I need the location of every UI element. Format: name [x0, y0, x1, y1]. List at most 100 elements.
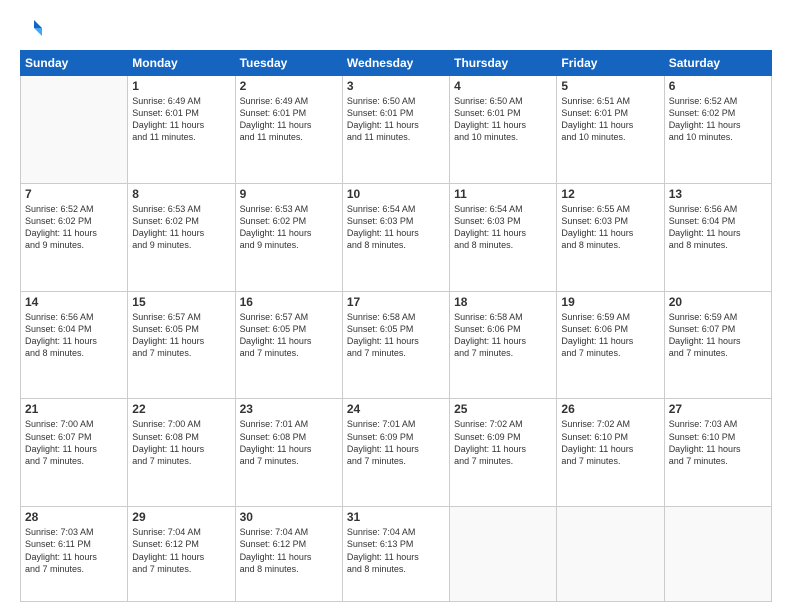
day-info: Sunrise: 6:51 AM Sunset: 6:01 PM Dayligh… — [561, 95, 659, 144]
day-number: 23 — [240, 402, 338, 416]
calendar-week-row: 21Sunrise: 7:00 AM Sunset: 6:07 PM Dayli… — [21, 399, 772, 507]
weekday-header: Wednesday — [342, 51, 449, 76]
calendar-cell: 19 Sunrise: 6:59 AM Sunset: 6:06 PM Dayli… — [557, 291, 664, 399]
day-number: 22 — [132, 402, 230, 416]
day-info: Sunrise: 6:52 AM Sunset: 6:02 PM Dayligh… — [669, 95, 767, 144]
day-number: 3 — [347, 79, 445, 93]
calendar-cell — [557, 507, 664, 602]
day-number: 14 — [25, 295, 123, 309]
calendar-cell — [664, 507, 771, 602]
day-number: 9 — [240, 187, 338, 201]
day-number: 28 — [25, 510, 123, 524]
logo-icon — [20, 18, 42, 40]
calendar-cell: 18 Sunrise: 6:58 AM Sunset: 6:06 PM Dayli… — [450, 291, 557, 399]
day-number: 30 — [240, 510, 338, 524]
day-info: Sunrise: 6:56 AM Sunset: 6:04 PM Dayligh… — [25, 311, 123, 360]
weekday-header: Tuesday — [235, 51, 342, 76]
day-number: 21 — [25, 402, 123, 416]
day-info: Sunrise: 6:50 AM Sunset: 6:01 PM Dayligh… — [454, 95, 552, 144]
day-number: 5 — [561, 79, 659, 93]
day-info: Sunrise: 6:58 AM Sunset: 6:05 PM Dayligh… — [347, 311, 445, 360]
calendar-cell: 26 Sunrise: 7:02 AM Sunset: 6:10 PM Dayli… — [557, 399, 664, 507]
calendar-cell: 20Sunrise: 6:59 AM Sunset: 6:07 PM Dayli… — [664, 291, 771, 399]
day-info: Sunrise: 7:01 AM Sunset: 6:09 PM Dayligh… — [347, 418, 445, 467]
calendar-cell: 8 Sunrise: 6:53 AM Sunset: 6:02 PM Daylig… — [128, 183, 235, 291]
calendar-cell: 3 Sunrise: 6:50 AM Sunset: 6:01 PM Daylig… — [342, 76, 449, 184]
calendar-cell: 10 Sunrise: 6:54 AM Sunset: 6:03 PM Dayli… — [342, 183, 449, 291]
day-number: 2 — [240, 79, 338, 93]
day-info: Sunrise: 6:57 AM Sunset: 6:05 PM Dayligh… — [132, 311, 230, 360]
day-info: Sunrise: 6:53 AM Sunset: 6:02 PM Dayligh… — [132, 203, 230, 252]
day-number: 1 — [132, 79, 230, 93]
day-info: Sunrise: 6:59 AM Sunset: 6:06 PM Dayligh… — [561, 311, 659, 360]
calendar-cell: 14 Sunrise: 6:56 AM Sunset: 6:04 PM Dayli… — [21, 291, 128, 399]
day-number: 13 — [669, 187, 767, 201]
calendar-week-row: 28 Sunrise: 7:03 AM Sunset: 6:11 PM Dayli… — [21, 507, 772, 602]
calendar-cell: 31 Sunrise: 7:04 AM Sunset: 6:13 PM Dayli… — [342, 507, 449, 602]
day-info: Sunrise: 6:56 AM Sunset: 6:04 PM Dayligh… — [669, 203, 767, 252]
calendar-cell: 17 Sunrise: 6:58 AM Sunset: 6:05 PM Dayli… — [342, 291, 449, 399]
logo — [20, 18, 44, 40]
calendar-cell: 16 Sunrise: 6:57 AM Sunset: 6:05 PM Dayli… — [235, 291, 342, 399]
calendar-week-row: 1 Sunrise: 6:49 AM Sunset: 6:01 PM Daylig… — [21, 76, 772, 184]
day-number: 17 — [347, 295, 445, 309]
day-info: Sunrise: 7:04 AM Sunset: 6:13 PM Dayligh… — [347, 526, 445, 575]
calendar-cell — [450, 507, 557, 602]
calendar-table: SundayMondayTuesdayWednesdayThursdayFrid… — [20, 50, 772, 602]
weekday-header: Sunday — [21, 51, 128, 76]
weekday-header: Friday — [557, 51, 664, 76]
day-info: Sunrise: 6:49 AM Sunset: 6:01 PM Dayligh… — [240, 95, 338, 144]
day-info: Sunrise: 7:01 AM Sunset: 6:08 PM Dayligh… — [240, 418, 338, 467]
day-number: 19 — [561, 295, 659, 309]
day-number: 10 — [347, 187, 445, 201]
day-number: 26 — [561, 402, 659, 416]
calendar-cell: 2 Sunrise: 6:49 AM Sunset: 6:01 PM Daylig… — [235, 76, 342, 184]
calendar-cell: 4 Sunrise: 6:50 AM Sunset: 6:01 PM Daylig… — [450, 76, 557, 184]
day-number: 31 — [347, 510, 445, 524]
calendar-week-row: 7 Sunrise: 6:52 AM Sunset: 6:02 PM Daylig… — [21, 183, 772, 291]
calendar-cell: 7 Sunrise: 6:52 AM Sunset: 6:02 PM Daylig… — [21, 183, 128, 291]
weekday-header: Thursday — [450, 51, 557, 76]
day-number: 15 — [132, 295, 230, 309]
calendar-cell: 6 Sunrise: 6:52 AM Sunset: 6:02 PM Daylig… — [664, 76, 771, 184]
calendar-cell: 24 Sunrise: 7:01 AM Sunset: 6:09 PM Dayli… — [342, 399, 449, 507]
day-number: 29 — [132, 510, 230, 524]
calendar-cell: 1Sunrise: 6:49 AM Sunset: 6:01 PM Daylig… — [128, 76, 235, 184]
calendar-cell: 5 Sunrise: 6:51 AM Sunset: 6:01 PM Daylig… — [557, 76, 664, 184]
calendar-cell: 15 Sunrise: 6:57 AM Sunset: 6:05 PM Dayli… — [128, 291, 235, 399]
weekday-header: Saturday — [664, 51, 771, 76]
day-info: Sunrise: 7:04 AM Sunset: 6:12 PM Dayligh… — [240, 526, 338, 575]
day-info: Sunrise: 7:03 AM Sunset: 6:10 PM Dayligh… — [669, 418, 767, 467]
calendar-cell: 13 Sunrise: 6:56 AM Sunset: 6:04 PM Dayli… — [664, 183, 771, 291]
day-info: Sunrise: 7:02 AM Sunset: 6:10 PM Dayligh… — [561, 418, 659, 467]
day-number: 18 — [454, 295, 552, 309]
day-info: Sunrise: 7:00 AM Sunset: 6:08 PM Dayligh… — [132, 418, 230, 467]
day-info: Sunrise: 6:57 AM Sunset: 6:05 PM Dayligh… — [240, 311, 338, 360]
weekday-header: Monday — [128, 51, 235, 76]
day-number: 25 — [454, 402, 552, 416]
day-number: 8 — [132, 187, 230, 201]
day-number: 4 — [454, 79, 552, 93]
calendar-cell — [21, 76, 128, 184]
calendar-cell: 30 Sunrise: 7:04 AM Sunset: 6:12 PM Dayli… — [235, 507, 342, 602]
day-info: Sunrise: 6:52 AM Sunset: 6:02 PM Dayligh… — [25, 203, 123, 252]
day-number: 11 — [454, 187, 552, 201]
day-number: 20 — [669, 295, 767, 309]
day-number: 27 — [669, 402, 767, 416]
day-number: 16 — [240, 295, 338, 309]
day-info: Sunrise: 7:03 AM Sunset: 6:11 PM Dayligh… — [25, 526, 123, 575]
header — [20, 18, 772, 40]
day-info: Sunrise: 6:55 AM Sunset: 6:03 PM Dayligh… — [561, 203, 659, 252]
calendar-cell: 27 Sunrise: 7:03 AM Sunset: 6:10 PM Dayli… — [664, 399, 771, 507]
day-number: 12 — [561, 187, 659, 201]
calendar-cell: 29Sunrise: 7:04 AM Sunset: 6:12 PM Dayli… — [128, 507, 235, 602]
day-info: Sunrise: 6:54 AM Sunset: 6:03 PM Dayligh… — [347, 203, 445, 252]
day-number: 24 — [347, 402, 445, 416]
day-number: 7 — [25, 187, 123, 201]
day-number: 6 — [669, 79, 767, 93]
day-info: Sunrise: 6:53 AM Sunset: 6:02 PM Dayligh… — [240, 203, 338, 252]
page: SundayMondayTuesdayWednesdayThursdayFrid… — [0, 0, 792, 612]
day-info: Sunrise: 6:58 AM Sunset: 6:06 PM Dayligh… — [454, 311, 552, 360]
calendar-cell: 11Sunrise: 6:54 AM Sunset: 6:03 PM Dayli… — [450, 183, 557, 291]
day-info: Sunrise: 6:50 AM Sunset: 6:01 PM Dayligh… — [347, 95, 445, 144]
